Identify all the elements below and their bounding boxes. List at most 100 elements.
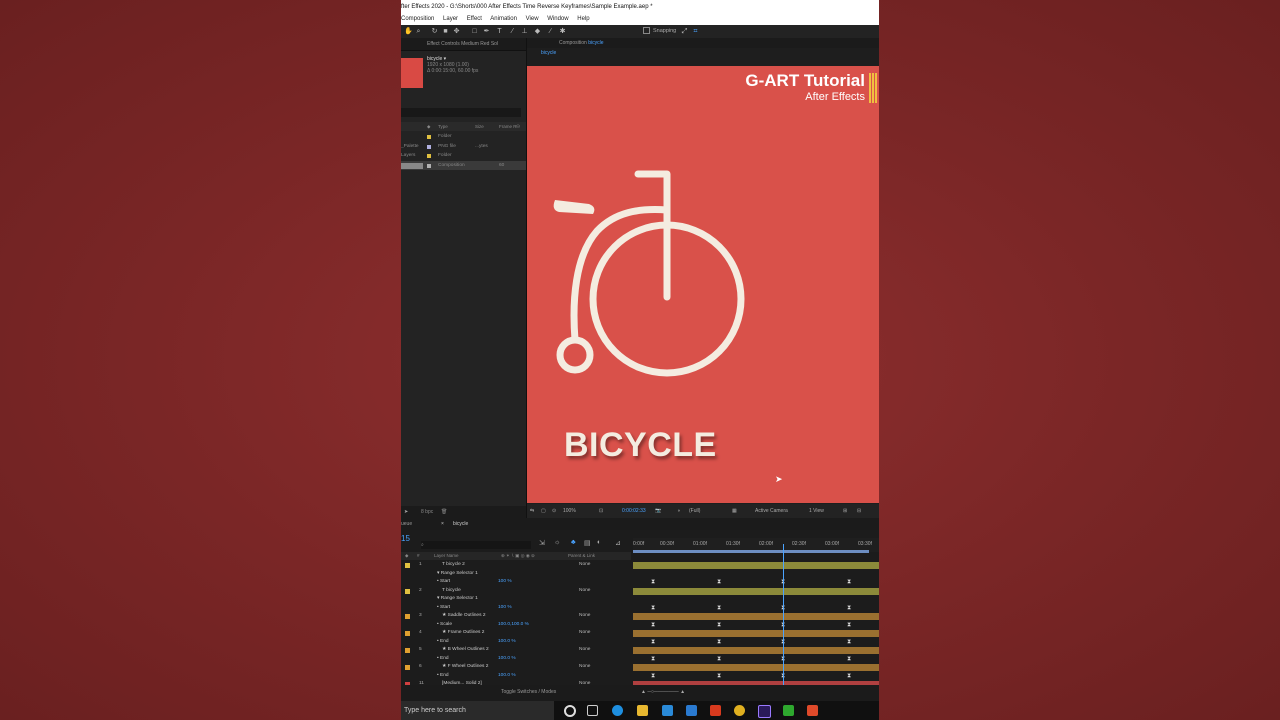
chrome-icon[interactable] — [734, 705, 745, 716]
layer-label-color[interactable] — [405, 631, 410, 636]
task-view-icon[interactable] — [587, 705, 598, 716]
region-icon[interactable]: ▢ — [541, 504, 546, 518]
office-icon[interactable] — [710, 705, 721, 716]
property-name[interactable]: • Start — [437, 578, 450, 587]
property-name[interactable]: ▾ Range Selector 1 — [437, 595, 478, 604]
col-size[interactable]: Size — [475, 122, 484, 131]
type-tool-icon[interactable]: T — [496, 28, 503, 35]
num-col-icon[interactable]: # — [417, 552, 420, 560]
layer-row[interactable]: 6 ★ F Wheel Outlines 2 None — [401, 663, 879, 672]
keyframe-icon[interactable]: ⧗ — [717, 638, 721, 646]
zoom-tool-icon[interactable]: ⌕ — [415, 28, 422, 35]
snap-feature-icon[interactable]: ⌗ — [692, 28, 699, 35]
menu-help[interactable]: Help — [577, 16, 589, 22]
layer-search-input[interactable]: ⌕ — [421, 541, 531, 549]
layer-duration-bar[interactable] — [633, 630, 879, 637]
interpret-footage-icon[interactable]: ➤ — [404, 506, 408, 518]
property-name[interactable]: • End — [437, 672, 449, 681]
layer-duration-bar[interactable] — [633, 587, 879, 595]
snap-option-icon[interactable]: ⤢ — [681, 28, 688, 35]
keyframe-icon[interactable]: ⧗ — [847, 638, 851, 646]
property-name[interactable]: • End — [437, 638, 449, 647]
keyframe-icon[interactable]: ⧗ — [847, 578, 851, 586]
parent-select[interactable]: None — [579, 663, 590, 672]
parent-select[interactable]: None — [579, 646, 590, 655]
property-name[interactable]: • End — [437, 655, 449, 664]
layer-label-color[interactable] — [405, 563, 410, 568]
composition-name[interactable]: bicycle — [588, 40, 603, 46]
keyframe-icon[interactable]: ⧗ — [847, 672, 851, 680]
menu-window[interactable]: Window — [547, 16, 568, 22]
brush-tool-icon[interactable]: ⁄ — [509, 28, 516, 35]
mail-icon[interactable] — [686, 705, 697, 716]
layer-duration-bar[interactable] — [633, 664, 879, 671]
property-value[interactable]: 100.0 % — [498, 638, 516, 647]
property-value[interactable]: 100.0 % — [498, 672, 516, 681]
parent-select[interactable]: None — [579, 612, 590, 621]
viewer-timecode[interactable]: 0:00:02:33 — [622, 504, 646, 518]
file-explorer-icon[interactable] — [637, 705, 648, 716]
switches-col-icons[interactable]: ⊕ ✶ ∖ ▣ ◎ ◉ ⊚ — [501, 552, 535, 560]
layer-row[interactable]: 1 T bicycle 2 None — [401, 561, 879, 570]
timeline-timecode[interactable]: 15 — [401, 534, 410, 543]
property-value[interactable]: 100 % — [498, 604, 512, 613]
property-value[interactable]: 100.0 % — [498, 655, 516, 664]
keyframe-icon[interactable]: ⧗ — [847, 604, 851, 612]
taskbar-search-input[interactable]: Type here to search — [401, 701, 554, 720]
recorder-icon[interactable] — [807, 705, 818, 716]
property-name[interactable]: • Start — [437, 604, 450, 613]
col-layer-name[interactable]: Layer Name — [434, 552, 459, 560]
property-value[interactable]: 100.0,100.0 % — [498, 621, 529, 630]
edge-icon[interactable] — [612, 705, 623, 716]
clone-stamp-tool-icon[interactable]: ⊥ — [521, 28, 528, 35]
composition-canvas[interactable]: G-ART Tutorial After Effects BICYCLE ➤ — [527, 66, 879, 503]
zoom-level[interactable]: 100% — [563, 504, 576, 518]
motion-blur-icon[interactable]: ◐ — [597, 539, 601, 546]
always-preview-icon[interactable]: ⇆ — [530, 504, 534, 518]
keyframe-icon[interactable]: ⧗ — [651, 638, 655, 646]
property-row[interactable]: • Start100 %⧗⧗⧗⧗ — [401, 604, 879, 613]
menu-view[interactable]: View — [526, 16, 539, 22]
property-row[interactable]: • Scale100.0,100.0 %⧗⧗⧗⧗ — [401, 621, 879, 630]
layer-row[interactable]: 3 ★ Saddle Outlines 2 None — [401, 612, 879, 621]
transparency-icon[interactable]: ▦ — [732, 504, 737, 518]
menu-composition[interactable]: Composition — [401, 16, 434, 22]
keyframe-icon[interactable]: ⧗ — [847, 655, 851, 663]
property-row[interactable]: • End100.0 %⧗⧗⧗⧗ — [401, 638, 879, 647]
comp-flowchart-icon[interactable]: ⇲ — [539, 539, 545, 547]
project-row[interactable]: Folder — [401, 132, 526, 142]
layer-row[interactable]: 4 ★ Frame Outlines 2 None — [401, 629, 879, 638]
label-col-icon[interactable]: ◆ — [405, 552, 408, 560]
comp-tab[interactable]: bicycle — [527, 48, 879, 58]
col-parent[interactable]: Parent & Link — [568, 552, 595, 560]
snapping-checkbox[interactable] — [643, 27, 650, 35]
cortana-icon[interactable] — [564, 705, 576, 717]
layer-name[interactable]: T bicycle 2 — [442, 561, 465, 570]
camtasia-icon[interactable] — [783, 705, 794, 716]
keyframe-icon[interactable]: ⧗ — [651, 604, 655, 612]
render-queue-tab[interactable]: ueue — [401, 518, 412, 530]
property-name[interactable]: ▾ Range Selector 1 — [437, 570, 478, 579]
hand-tool-icon[interactable]: ✋ — [404, 28, 413, 35]
keyframe-icon[interactable]: ⧗ — [717, 621, 721, 629]
layer-label-color[interactable] — [405, 648, 410, 653]
timeline-comp-tab[interactable]: bicycle — [453, 518, 468, 530]
layer-name[interactable]: ★ B Wheel Outlines 2 — [442, 646, 489, 655]
layer-label-color[interactable] — [405, 588, 410, 594]
current-time-indicator[interactable] — [783, 544, 784, 694]
flowchart-icon[interactable]: ⚇ — [516, 122, 520, 131]
composition-panel-header[interactable]: Composition bicycle — [527, 38, 879, 48]
layer-duration-bar[interactable] — [633, 647, 879, 654]
after-effects-taskbar-icon[interactable] — [758, 705, 771, 718]
property-row[interactable]: ▾ Range Selector 1 — [401, 570, 879, 579]
property-value[interactable]: 100 % — [498, 578, 512, 587]
work-area-bar[interactable] — [633, 550, 869, 553]
project-row[interactable]: _Palette PNG file ...ytes — [401, 142, 526, 152]
col-type[interactable]: Type — [438, 122, 448, 131]
color-channel-icon[interactable]: ◑ — [677, 504, 680, 518]
camera-select[interactable]: Active Camera — [755, 504, 788, 518]
keyframe-icon[interactable]: ⧗ — [717, 655, 721, 663]
snapshot-icon[interactable]: 📷 — [655, 504, 661, 518]
parent-select[interactable]: None — [579, 561, 590, 570]
keyframe-icon[interactable]: ⧗ — [651, 621, 655, 629]
